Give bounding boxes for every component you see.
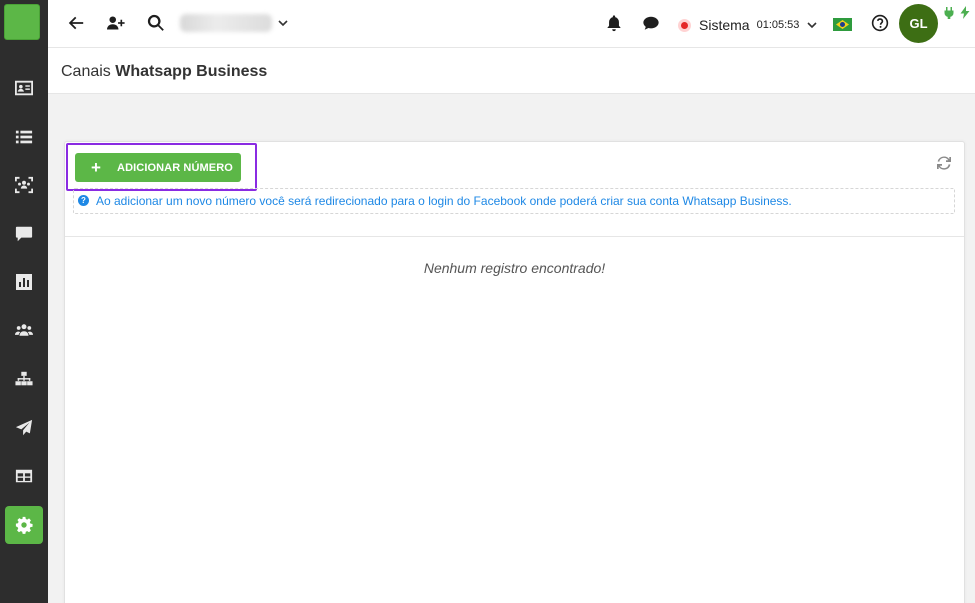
page-title: Canais Whatsapp Business [61, 63, 267, 81]
page-header: Canais Whatsapp Business [48, 48, 975, 94]
status-label: Sistema [699, 17, 750, 33]
send-icon [15, 419, 33, 436]
arrow-left-icon [68, 16, 84, 30]
avatar[interactable]: GL [899, 4, 938, 43]
refresh-icon [937, 156, 951, 170]
notifications-button[interactable] [603, 12, 625, 34]
question-icon: ? [78, 195, 89, 206]
sidebar-item-lists[interactable] [5, 118, 43, 156]
divider [65, 236, 964, 237]
sidebar-item-contacts[interactable] [5, 69, 43, 107]
search-button[interactable] [145, 12, 167, 34]
group-icon [15, 324, 33, 336]
page-title-bold: Whatsapp Business [115, 63, 268, 80]
chart-icon [16, 274, 32, 290]
brazil-flag-icon[interactable] [833, 18, 852, 31]
account-name-blurred [180, 14, 272, 32]
sidebar-item-dashboard[interactable] [5, 457, 43, 495]
topbar: Sistema 01:05:53 GL [48, 0, 975, 48]
status-dot [678, 18, 691, 32]
refresh-button[interactable] [936, 155, 952, 171]
network-icon [15, 371, 33, 386]
sidebar [0, 0, 48, 603]
messages-button[interactable] [640, 12, 662, 34]
add-number-button[interactable]: + ADICIONAR NÚMERO [75, 153, 241, 182]
bell-icon [607, 15, 621, 32]
help-button[interactable] [869, 12, 891, 34]
account-selector[interactable] [180, 10, 290, 36]
info-text: Ao adicionar um novo número você será re… [96, 194, 792, 208]
plug-icon [944, 7, 954, 19]
empty-message: Nenhum registro encontrado! [423, 260, 606, 276]
sidebar-item-chat[interactable] [5, 215, 43, 253]
question-circle-icon [871, 14, 889, 32]
info-box: ? Ao adicionar um novo número você será … [73, 188, 955, 214]
back-button[interactable] [65, 12, 87, 34]
sidebar-item-reports[interactable] [5, 263, 43, 301]
chat-bubble-icon [643, 16, 659, 30]
table-icon [15, 469, 33, 483]
channels-card: + ADICIONAR NÚMERO ? Ao adicionar um nov… [64, 141, 965, 603]
sidebar-item-integrations[interactable] [5, 360, 43, 398]
chat-icon [15, 226, 33, 242]
sidebar-item-team[interactable] [5, 166, 43, 204]
sidebar-item-campaigns[interactable] [5, 409, 43, 447]
sidebar-item-groups[interactable] [5, 311, 43, 349]
search-icon [147, 14, 164, 31]
gear-icon [15, 516, 33, 534]
logo[interactable] [4, 4, 40, 40]
page-title-prefix: Canais [61, 63, 111, 80]
add-contact-button[interactable] [105, 12, 127, 34]
user-plus-icon [107, 16, 125, 30]
add-number-label: ADICIONAR NÚMERO [117, 161, 233, 174]
plus-icon: + [91, 158, 102, 177]
chevron-down-icon [278, 20, 288, 27]
users-frame-icon [15, 176, 33, 194]
system-status[interactable]: Sistema 01:05:53 [678, 14, 817, 36]
list-icon [15, 130, 33, 144]
chevron-down-icon [807, 22, 817, 29]
status-time: 01:05:53 [756, 19, 800, 31]
bolt-icon [960, 6, 970, 19]
sidebar-item-settings[interactable] [5, 506, 43, 544]
id-card-icon [15, 80, 33, 96]
